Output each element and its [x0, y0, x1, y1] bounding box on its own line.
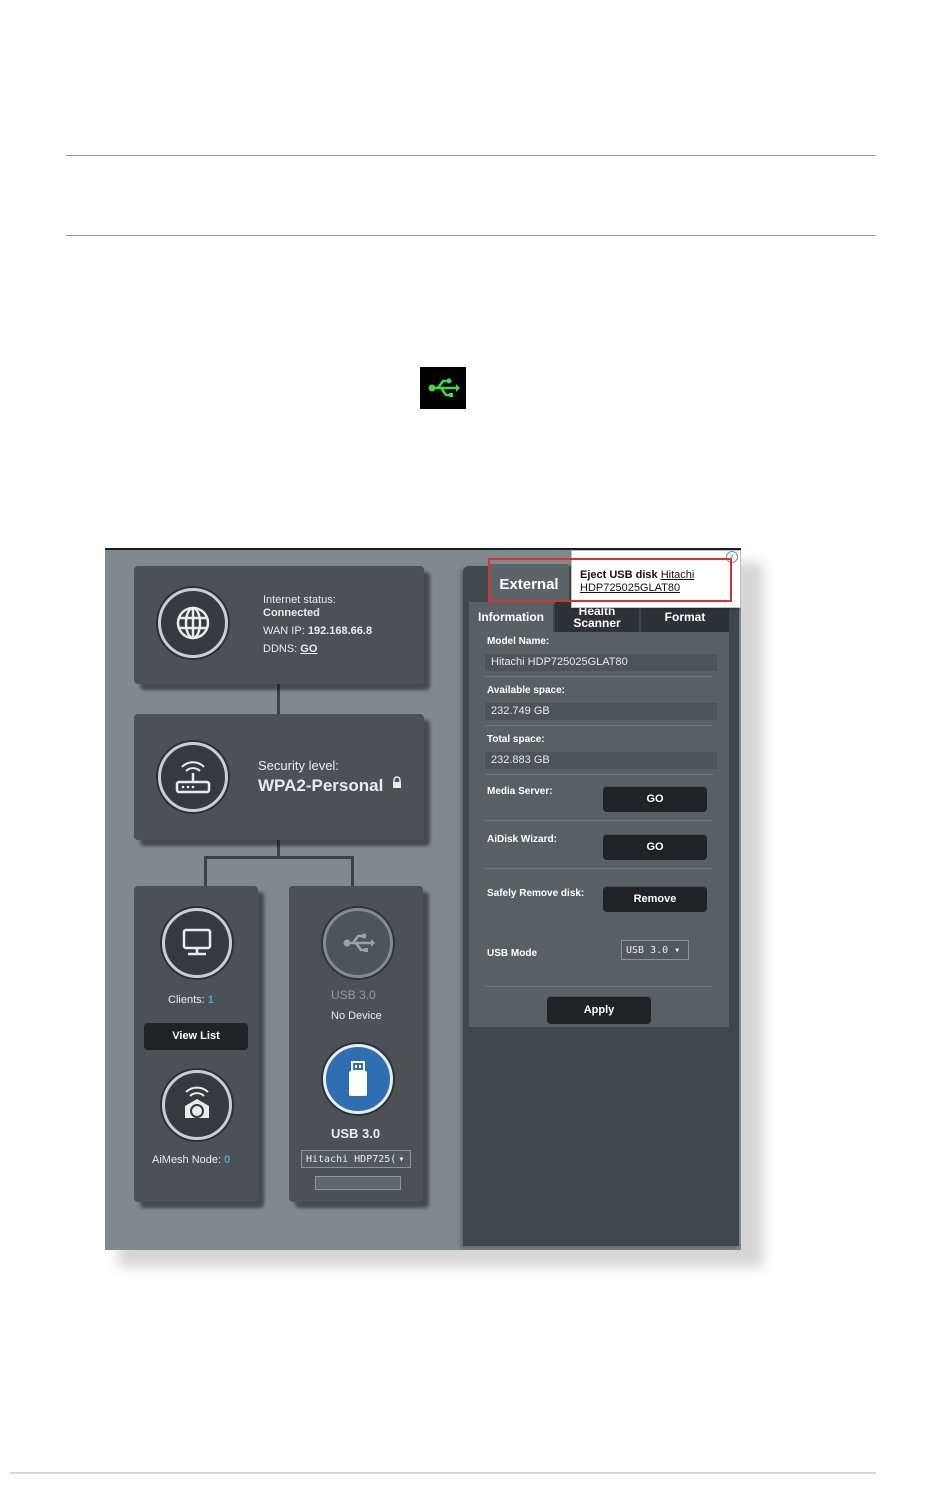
globe-icon	[158, 588, 228, 658]
connector-left-drop	[204, 856, 207, 886]
divider	[485, 725, 713, 726]
internet-status-label: Internet status:	[263, 594, 336, 606]
usb-drive-icon[interactable]	[323, 1044, 393, 1114]
model-name-value: Hitachi HDP725025GLAT80	[485, 654, 717, 671]
ddns-row: DDNS: GO	[263, 643, 317, 655]
usb-port-1-label: USB 3.0	[331, 988, 376, 1002]
aimesh-count[interactable]: 0	[224, 1154, 230, 1166]
remove-button[interactable]: Remove	[603, 886, 707, 912]
wan-ip-label: WAN IP: 192.168.66.8	[263, 625, 372, 637]
aimesh-text: AiMesh Node:	[152, 1154, 222, 1166]
aimesh-label: AiMesh Node: 0	[152, 1154, 230, 1166]
information-panel: Model Name: Hitachi HDP725025GLAT80 Avai…	[469, 632, 729, 1027]
security-level-label: Security level:	[258, 758, 339, 773]
monitor-icon	[162, 908, 232, 978]
media-server-label: Media Server:	[487, 786, 553, 797]
router-panel[interactable]: Security level: WPA2-Personal	[134, 714, 424, 840]
connector-internet-router	[277, 680, 280, 716]
usb-port-icon	[323, 908, 393, 978]
top-rule-2	[66, 235, 876, 236]
view-list-button[interactable]: View List	[144, 1022, 248, 1050]
media-server-go-button[interactable]: GO	[603, 786, 707, 812]
wan-ip-value: 192.168.66.8	[307, 625, 373, 637]
tab-information[interactable]: Information	[469, 602, 553, 632]
connector-right-drop	[351, 856, 354, 886]
clients-panel[interactable]: Clients: 1 View List AiMesh Node: 0	[134, 886, 258, 1202]
total-space-label: Total space:	[487, 734, 545, 745]
usb-icon	[420, 367, 466, 409]
usb-mode-select[interactable]: USB 3.0 ▾	[621, 940, 689, 960]
security-level-value: WPA2-Personal	[258, 776, 384, 795]
router-icon	[158, 742, 228, 812]
ddns-go-link[interactable]: GO	[300, 643, 317, 655]
aimesh-icon	[162, 1070, 232, 1140]
divider	[485, 868, 713, 869]
bottom-rule	[10, 1472, 876, 1474]
router-screenshot: Internet status: Connected WAN IP: 192.1…	[105, 548, 741, 1250]
clients-count[interactable]: 1	[208, 994, 214, 1006]
usb-panel[interactable]: USB 3.0 No Device USB 3.0 Hitachi HDP725…	[289, 886, 423, 1202]
usb-progress-bar	[315, 1176, 401, 1190]
top-rule-1	[66, 155, 876, 156]
clients-text: Clients:	[168, 994, 205, 1006]
available-space-value: 232.749 GB	[485, 703, 717, 720]
highlight-box	[488, 558, 732, 602]
available-space-label: Available space:	[487, 685, 566, 696]
usb-mode-label: USB Mode	[487, 948, 537, 959]
lock-icon	[392, 776, 402, 794]
total-space-value: 232.883 GB	[485, 752, 717, 769]
internet-status-value: Connected	[263, 607, 320, 619]
internet-panel[interactable]: Internet status: Connected WAN IP: 192.1…	[134, 566, 424, 684]
usb-port-1-status: No Device	[331, 1010, 382, 1022]
usb-device-select[interactable]: Hitachi HDP725( ▾	[301, 1150, 411, 1168]
ddns-label: DDNS:	[263, 643, 298, 655]
model-name-label: Model Name:	[487, 636, 550, 647]
wan-ip-key: WAN IP:	[263, 625, 305, 637]
clients-label: Clients: 1	[168, 994, 214, 1006]
aidisk-go-button[interactable]: GO	[603, 834, 707, 860]
safely-remove-label: Safely Remove disk:	[487, 888, 585, 899]
divider	[485, 774, 713, 775]
divider	[485, 986, 713, 987]
usb-port-2-label: USB 3.0	[331, 1126, 381, 1141]
apply-button[interactable]: Apply	[547, 996, 651, 1024]
divider	[485, 820, 713, 821]
aidisk-wizard-label: AiDisk Wizard:	[487, 834, 557, 845]
connector-horizontal	[204, 856, 354, 859]
chevron-down-icon: ▾	[398, 1153, 405, 1165]
divider	[485, 676, 713, 677]
usb-device-select-value: Hitachi HDP725(	[306, 1153, 397, 1165]
